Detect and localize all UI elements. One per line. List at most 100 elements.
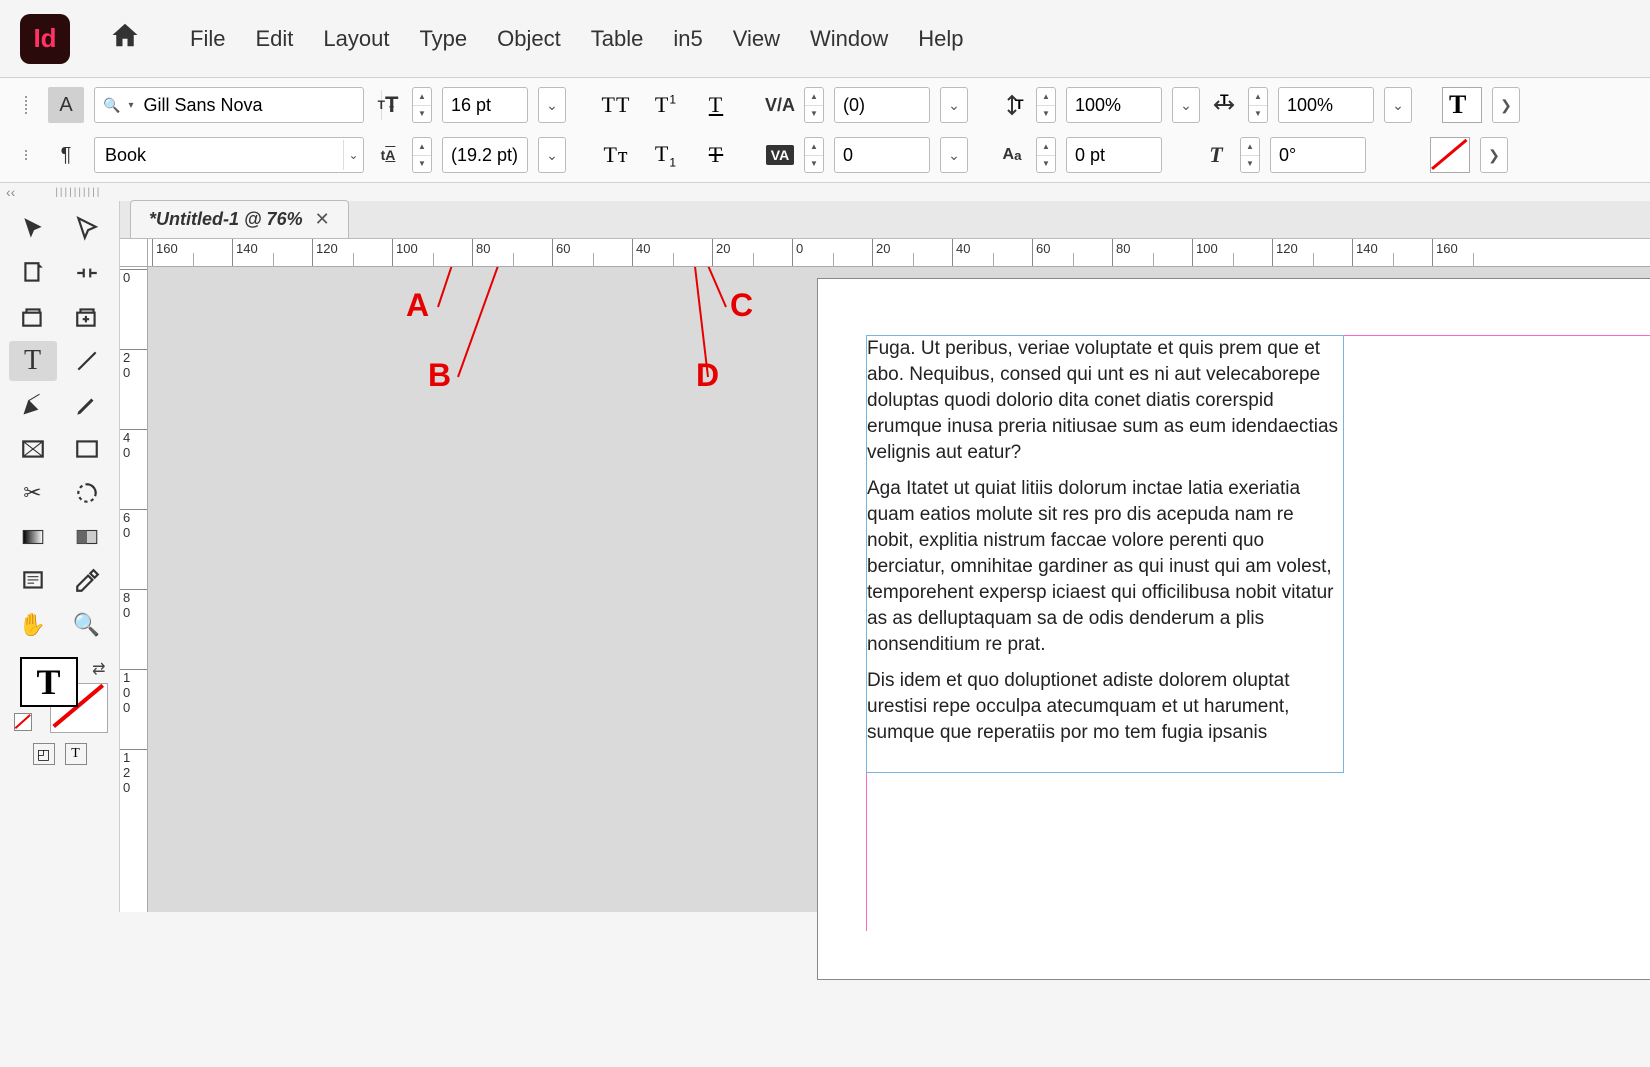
type-tool[interactable]: T — [9, 341, 57, 381]
hscale-spinner[interactable]: ▲▼ — [1248, 87, 1268, 123]
menu-in5[interactable]: in5 — [673, 26, 702, 52]
gap-tool[interactable] — [63, 253, 111, 293]
small-caps-button[interactable]: Tᴛ — [596, 142, 636, 168]
chevron-down-icon[interactable]: ⌄ — [343, 140, 363, 170]
tracking-dropdown[interactable]: ⌄ — [940, 137, 968, 173]
close-icon[interactable]: ✕ — [315, 209, 330, 230]
text-frame[interactable]: Fuga. Ut peribus, veriae voluptate et qu… — [866, 335, 1344, 773]
ruler-tick: 160 — [152, 239, 232, 266]
vscale-dropdown[interactable]: ⌄ — [1172, 87, 1200, 123]
leading-dropdown[interactable]: ⌄ — [538, 137, 566, 173]
ruler-tick: 80 — [120, 589, 147, 669]
paragraph: Fuga. Ut peribus, veriae voluptate et qu… — [867, 336, 1343, 466]
panel-grip[interactable] — [20, 150, 32, 160]
collapse-handle[interactable]: ‹‹|||||||||| — [0, 183, 1650, 201]
document-tab[interactable]: *Untitled-1 @ 76% ✕ — [130, 200, 349, 238]
formatting-text-button[interactable]: T — [65, 743, 87, 765]
pasteboard[interactable]: Fuga. Ut peribus, veriae voluptate et qu… — [148, 267, 1650, 912]
formatting-container-button[interactable]: ◰ — [33, 743, 55, 765]
pencil-tool[interactable] — [63, 385, 111, 425]
hscale-field[interactable] — [1278, 87, 1374, 123]
swap-icon[interactable]: ⇄ — [92, 659, 105, 679]
ruler-origin[interactable] — [120, 239, 148, 267]
page-tool[interactable] — [9, 253, 57, 293]
strikethrough-button[interactable]: T — [696, 142, 736, 168]
stroke-swatch[interactable] — [1430, 137, 1470, 173]
line-tool[interactable] — [63, 341, 111, 381]
menu-window[interactable]: Window — [810, 26, 888, 52]
skew-field[interactable] — [1270, 137, 1366, 173]
menu-type[interactable]: Type — [419, 26, 467, 52]
ruler-tick: 60 — [1032, 239, 1112, 266]
fill-swatch[interactable]: T — [1442, 87, 1482, 123]
font-style-combo[interactable]: ⌄ — [94, 137, 364, 173]
more-options-button[interactable]: ❯ — [1492, 87, 1520, 123]
menu-table[interactable]: Table — [591, 26, 644, 52]
content-collector-tool[interactable] — [9, 297, 57, 337]
content-placer-tool[interactable] — [63, 297, 111, 337]
font-family-combo[interactable]: 🔍 ▾ ⌄ — [94, 87, 364, 123]
skew-spinner[interactable]: ▲▼ — [1240, 137, 1260, 173]
character-mode-button[interactable]: A — [48, 87, 84, 123]
superscript-button[interactable]: T1 — [646, 92, 686, 118]
ruler-tick: 0 — [120, 269, 147, 349]
scissors-tool[interactable]: ✂ — [9, 473, 57, 513]
free-transform-tool[interactable] — [63, 473, 111, 513]
tools-panel: T ✂ ✋ 🔍 T ⇄ — [0, 201, 120, 912]
kerning-spinner[interactable]: ▲▼ — [804, 87, 824, 123]
fill-stroke-swatches[interactable]: T ⇄ — [12, 657, 108, 733]
hscale-dropdown[interactable]: ⌄ — [1384, 87, 1412, 123]
tracking-icon: VA — [766, 145, 794, 165]
rectangle-tool[interactable] — [63, 429, 111, 469]
tracking-field[interactable] — [834, 137, 930, 173]
baseline-field[interactable] — [1066, 137, 1162, 173]
more-options-button-2[interactable]: ❯ — [1480, 137, 1508, 173]
gradient-feather-tool[interactable] — [63, 517, 111, 557]
tracking-spinner[interactable]: ▲▼ — [804, 137, 824, 173]
pen-tool[interactable] — [9, 385, 57, 425]
zoom-tool[interactable]: 🔍 — [63, 605, 111, 645]
menu-view[interactable]: View — [733, 26, 780, 52]
note-tool[interactable] — [9, 561, 57, 601]
horizontal-ruler[interactable]: 1601401201008060402002040608010012014016… — [148, 239, 1650, 267]
page[interactable]: Fuga. Ut peribus, veriae voluptate et qu… — [818, 279, 1650, 979]
home-icon[interactable] — [110, 20, 140, 58]
rectangle-frame-tool[interactable] — [9, 429, 57, 469]
leading-spinner[interactable]: ▲▼ — [412, 137, 432, 173]
hand-tool[interactable]: ✋ — [9, 605, 57, 645]
vscale-spinner[interactable]: ▲▼ — [1036, 87, 1056, 123]
gradient-swatch-tool[interactable] — [9, 517, 57, 557]
body-text[interactable]: Fuga. Ut peribus, veriae voluptate et qu… — [867, 336, 1343, 746]
menu-edit[interactable]: Edit — [255, 26, 293, 52]
baseline-spinner[interactable]: ▲▼ — [1036, 137, 1056, 173]
selection-tool[interactable] — [9, 209, 57, 249]
kerning-field[interactable] — [834, 87, 930, 123]
app-logo: Id — [20, 14, 70, 64]
default-colors-icon[interactable] — [14, 713, 32, 731]
all-caps-button[interactable]: TT — [596, 92, 636, 118]
leading-field[interactable] — [442, 137, 528, 173]
direct-selection-tool[interactable] — [63, 209, 111, 249]
underline-button[interactable]: T — [696, 92, 736, 118]
font-family-input[interactable] — [137, 95, 381, 116]
ruler-tick: 20 — [120, 349, 147, 429]
menu-help[interactable]: Help — [918, 26, 963, 52]
font-size-field[interactable] — [442, 87, 528, 123]
eyedropper-tool[interactable] — [63, 561, 111, 601]
document-tab-title: *Untitled-1 @ 76% — [149, 209, 303, 230]
font-style-input[interactable] — [95, 145, 343, 166]
annotation-a: A — [406, 287, 429, 324]
vertical-ruler[interactable]: 020406080100120 — [120, 267, 148, 912]
panel-grip[interactable] — [20, 96, 32, 114]
menu-layout[interactable]: Layout — [323, 26, 389, 52]
menu-file[interactable]: File — [190, 26, 225, 52]
paragraph-mode-button[interactable]: ¶ — [48, 137, 84, 173]
font-size-dropdown[interactable]: ⌄ — [538, 87, 566, 123]
vscale-field[interactable] — [1066, 87, 1162, 123]
font-size-spinner[interactable]: ▲▼ — [412, 87, 432, 123]
menu-object[interactable]: Object — [497, 26, 561, 52]
ruler-tick: 100 — [120, 669, 147, 749]
ruler-tick: 40 — [120, 429, 147, 509]
subscript-button[interactable]: T1 — [646, 141, 686, 169]
kerning-dropdown[interactable]: ⌄ — [940, 87, 968, 123]
